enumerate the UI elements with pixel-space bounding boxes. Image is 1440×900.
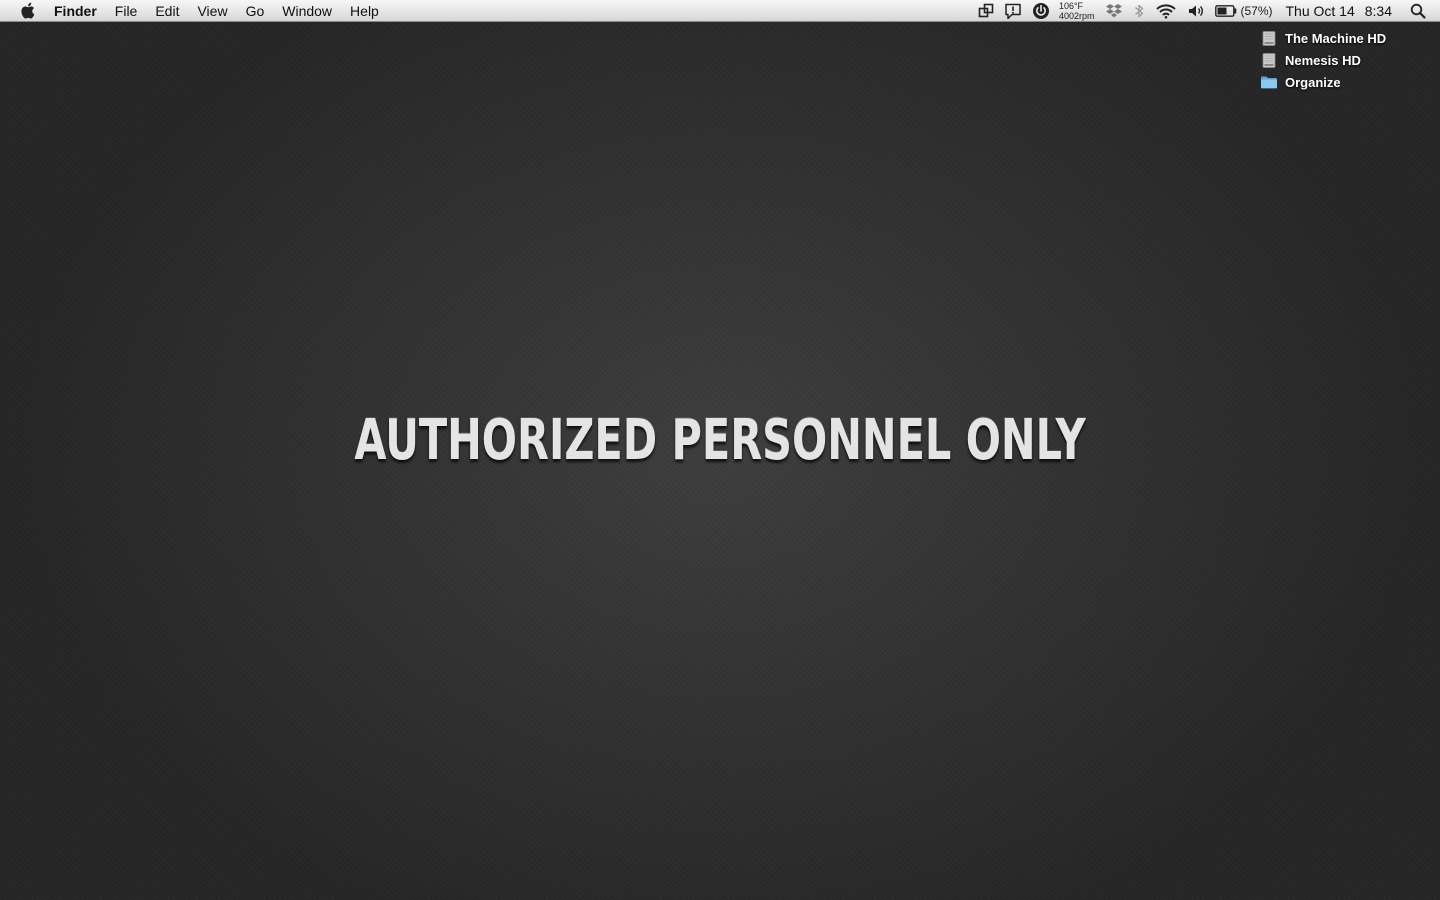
- power-icon[interactable]: [1027, 0, 1055, 22]
- window-arrange-icon[interactable]: [973, 0, 999, 22]
- menu-app-name[interactable]: Finder: [54, 0, 106, 22]
- hard-drive-icon: [1260, 30, 1278, 46]
- desktop-item-label: Nemesis HD: [1285, 52, 1361, 68]
- menu-clock[interactable]: Thu Oct 14 8:34: [1277, 3, 1402, 19]
- menu-bar: Finder File Edit View Go Window Help 106…: [0, 0, 1440, 22]
- desktop-icons: The Machine HD Nemesis HD Organize: [1260, 27, 1430, 93]
- dropbox-icon[interactable]: [1100, 0, 1128, 22]
- menu-edit[interactable]: Edit: [146, 0, 188, 22]
- hard-drive-icon: [1260, 52, 1278, 68]
- desktop-item-label: The Machine HD: [1285, 30, 1387, 46]
- wifi-icon[interactable]: [1150, 0, 1182, 22]
- wallpaper-slogan: AUTHORIZED PERSONNEL ONLY: [354, 408, 1086, 473]
- spotlight-icon[interactable]: [1402, 0, 1440, 22]
- battery-percent: (57%): [1240, 4, 1273, 18]
- volume-icon[interactable]: [1182, 0, 1210, 22]
- menu-bar-status-area: 106°F 4002rpm (57%) Thu Oct 14 8:34: [973, 0, 1440, 22]
- desktop-item-label: Organize: [1285, 74, 1341, 90]
- desktop-item-nemesis-hd[interactable]: Nemesis HD: [1260, 49, 1430, 71]
- clock-time: 8:34: [1364, 3, 1392, 19]
- apple-icon[interactable]: [0, 0, 54, 22]
- menu-go[interactable]: Go: [237, 0, 274, 22]
- bluetooth-icon[interactable]: [1128, 0, 1150, 22]
- menu-file[interactable]: File: [106, 0, 147, 22]
- temperature-readout[interactable]: 106°F 4002rpm: [1055, 1, 1101, 21]
- fan-speed-value: 4002rpm: [1058, 11, 1095, 21]
- temperature-value: 106°F: [1058, 1, 1084, 11]
- menu-view[interactable]: View: [188, 0, 236, 22]
- growl-alert-icon[interactable]: [999, 0, 1027, 22]
- desktop-item-organize[interactable]: Organize: [1260, 71, 1430, 93]
- battery-status[interactable]: (57%): [1210, 0, 1277, 22]
- clock-date: Thu Oct 14: [1285, 3, 1355, 19]
- desktop-item-the-machine-hd[interactable]: The Machine HD: [1260, 27, 1430, 49]
- folder-icon: [1260, 74, 1278, 90]
- battery-icon: [1215, 5, 1237, 17]
- menu-help[interactable]: Help: [341, 0, 388, 22]
- menu-window[interactable]: Window: [273, 0, 341, 22]
- menu-bar-left: Finder File Edit View Go Window Help: [0, 0, 388, 22]
